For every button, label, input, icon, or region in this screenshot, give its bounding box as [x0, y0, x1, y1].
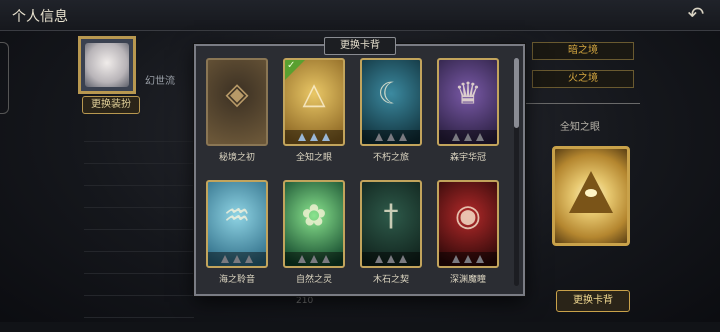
star-icon — [221, 255, 229, 263]
cardback-label: 不朽之旅 — [372, 153, 409, 163]
star-rating — [208, 252, 266, 266]
stat-row — [84, 252, 194, 274]
bottom-strip — [0, 322, 720, 332]
stat-row — [84, 296, 194, 318]
star-icon — [387, 133, 395, 141]
modal-title: 更换卡背 — [324, 37, 396, 55]
cardback-label: 深渊魔瞳 — [449, 275, 486, 285]
cardback-1[interactable]: ◈ — [206, 58, 268, 146]
stat-row — [84, 186, 194, 208]
back-arrow-icon[interactable]: ↶ — [684, 4, 708, 24]
star-icon — [464, 133, 472, 141]
star-icon — [464, 255, 472, 263]
star-icon — [233, 255, 241, 263]
change-frame-button[interactable]: 更换装扮 — [82, 96, 140, 114]
stats-list — [84, 120, 194, 318]
avatar-frame[interactable] — [78, 36, 136, 94]
check-mark: ✓ — [287, 60, 296, 71]
cardback-label: 全知之眼 — [295, 153, 332, 163]
star-icon — [298, 255, 306, 263]
star-rating — [362, 130, 420, 144]
avatar — [85, 43, 129, 87]
realm-tag-fire: 火之境 — [532, 70, 634, 88]
star-icon — [375, 133, 383, 141]
cardback-6[interactable]: ✿ — [283, 180, 345, 268]
stat-row — [84, 230, 194, 252]
realm-tag-dark: 暗之境 — [532, 42, 634, 60]
side-tab[interactable] — [0, 42, 9, 114]
cardback-label: 木石之契 — [372, 275, 409, 285]
star-icon — [322, 133, 330, 141]
diamond-knot-icon: ◈ — [225, 76, 249, 112]
star-icon — [245, 255, 253, 263]
star-icon — [399, 133, 407, 141]
divider — [520, 103, 640, 104]
selected-cardback-title: 全知之眼 — [560, 122, 600, 133]
cardback-7[interactable]: † — [360, 180, 422, 268]
floating-island-icon: ☾ — [377, 76, 405, 112]
cardback-4[interactable]: ♛ — [437, 58, 499, 146]
scrollbar[interactable] — [514, 58, 519, 286]
star-icon — [399, 255, 407, 263]
stat-value: 210 — [296, 296, 314, 306]
cardback-label: 海之聆音 — [218, 275, 255, 285]
stat-row — [84, 208, 194, 230]
star-icon — [298, 133, 306, 141]
star-icon — [476, 255, 484, 263]
top-bar: 个人信息 ↶ — [0, 0, 720, 31]
game-screen: 个人信息 ↶ 更换装扮 幻世流 210 暗之境 火之境 全知之眼 更换卡背 更换… — [0, 0, 720, 332]
cardback-8[interactable]: ◉ — [437, 180, 499, 268]
star-rating — [362, 252, 420, 266]
cardback-label: 自然之灵 — [295, 275, 332, 285]
star-icon — [322, 255, 330, 263]
page-title: 个人信息 — [12, 9, 68, 25]
star-icon — [452, 133, 460, 141]
star-rating — [285, 252, 343, 266]
scroll-thumb[interactable] — [514, 58, 519, 128]
cardback-3[interactable]: ☾ — [360, 58, 422, 146]
cardback-label: 秘境之初 — [218, 153, 255, 163]
star-rating — [285, 130, 343, 144]
cardback-5[interactable]: ♒ — [206, 180, 268, 268]
eye-pyramid-icon: △ — [302, 76, 326, 112]
eye-pyramid-icon — [569, 171, 613, 213]
stat-row — [84, 142, 194, 164]
spirit-tree-icon: ✿ — [301, 198, 327, 234]
stat-row — [84, 120, 194, 142]
change-cardback-button[interactable]: 更换卡背 — [556, 290, 630, 312]
cardback-2[interactable]: △ ✓ — [283, 58, 345, 146]
star-rating — [439, 252, 497, 266]
cardback-preview — [552, 146, 630, 246]
sword-icon: † — [383, 198, 399, 234]
star-icon — [310, 133, 318, 141]
cardback-label: 森宇华冠 — [449, 153, 486, 163]
stat-row — [84, 274, 194, 296]
star-icon — [476, 133, 484, 141]
harp-icon: ♒ — [223, 198, 251, 234]
star-icon — [375, 255, 383, 263]
cardback-modal: 更换卡背 ◈ 秘境之初 △ ✓ 全知之眼 ☾ 不朽之旅 ♛ 森宇华冠 ♒ 海之聆音 ✿ 自然之灵 † 木石之… — [194, 37, 525, 296]
demon-eye-icon: ◉ — [454, 198, 482, 234]
star-rating — [439, 130, 497, 144]
star-icon — [452, 255, 460, 263]
stat-row — [84, 164, 194, 186]
star-icon — [387, 255, 395, 263]
star-icon — [310, 255, 318, 263]
crown-icon: ♛ — [454, 76, 482, 112]
